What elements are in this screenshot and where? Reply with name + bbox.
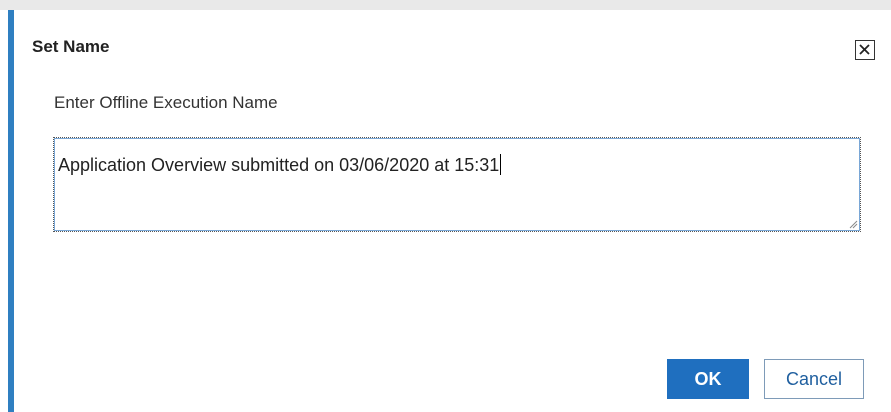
execution-name-value: Application Overview submitted on 03/06/…	[58, 155, 500, 175]
text-caret	[500, 154, 502, 175]
close-button[interactable]	[855, 40, 875, 60]
dialog-title: Set Name	[32, 37, 110, 56]
cancel-button[interactable]: Cancel	[764, 359, 864, 399]
close-icon	[859, 44, 870, 55]
set-name-dialog: Set Name Enter Offline Execution Name Ap…	[0, 10, 891, 412]
resize-grip-icon[interactable]	[848, 219, 858, 229]
dialog-accent-bar	[8, 10, 14, 412]
execution-name-textarea[interactable]: Application Overview submitted on 03/06/…	[53, 137, 861, 232]
ok-button[interactable]: OK	[667, 359, 749, 399]
execution-name-label: Enter Offline Execution Name	[54, 93, 278, 112]
